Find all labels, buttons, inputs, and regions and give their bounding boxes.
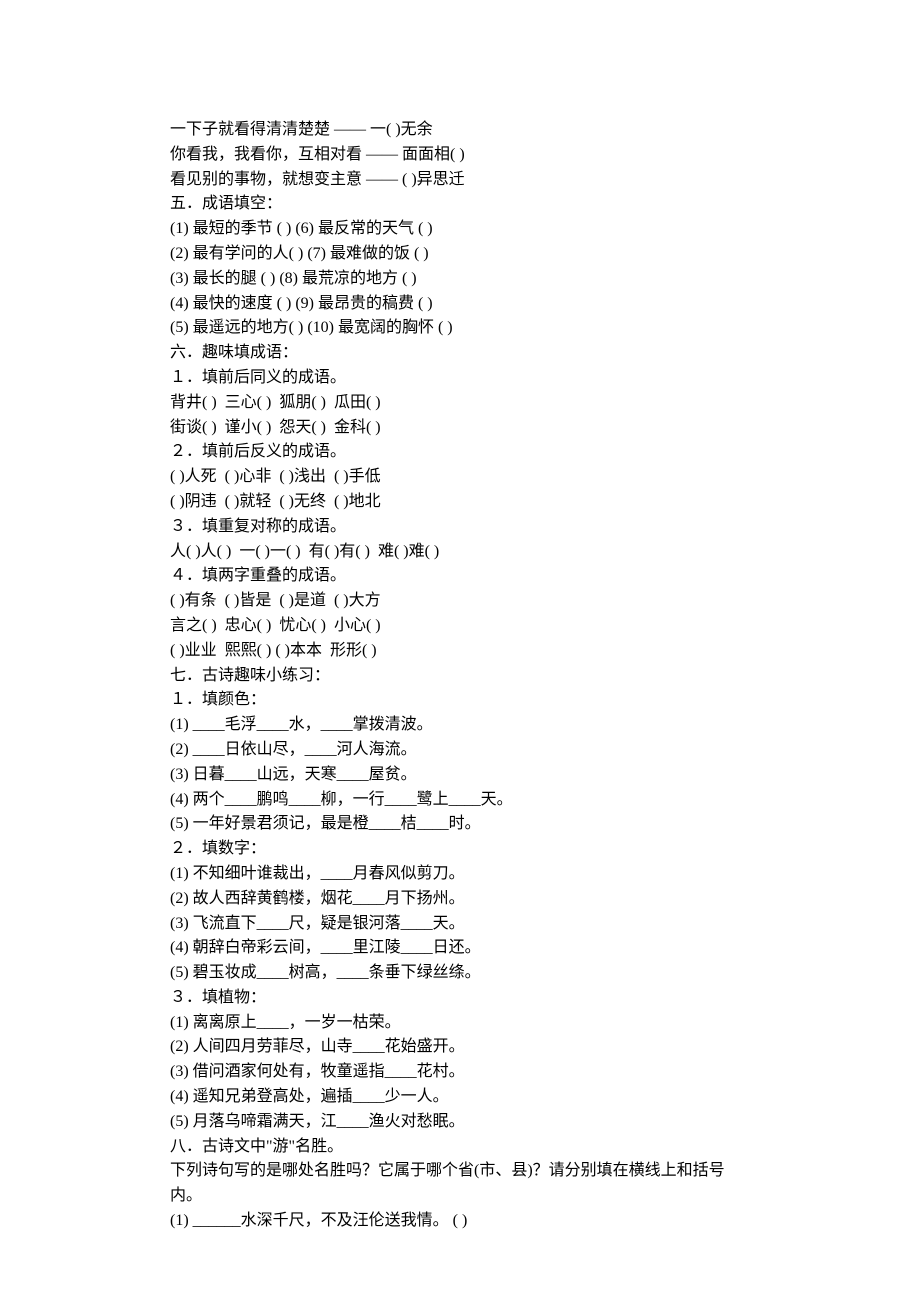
text-line: (1) 最短的季节 ( ) (6) 最反常的天气 ( ) <box>170 217 750 242</box>
text-line: ( )业业 熙熙( ) ( )本本 形形( ) <box>170 639 750 664</box>
section-heading: 八．古诗文中"游"名胜。 <box>170 1135 750 1160</box>
section-heading: 七．古诗趣味小练习： <box>170 664 750 689</box>
text-line: (3) 飞流直下____尺，疑是银河落____天。 <box>170 912 750 937</box>
text-line: 街谈( ) 谨小( ) 怨天( ) 金科( ) <box>170 416 750 441</box>
text-line: (4) 两个____鹏鸣____柳，一行____鹭上____天。 <box>170 788 750 813</box>
text-line: 一下子就看得清清楚楚 —— 一( )无余 <box>170 118 750 143</box>
text-line: 背井( ) 三心( ) 狐朋( ) 瓜田( ) <box>170 391 750 416</box>
text-line: (5) 月落乌啼霜满天，江____渔火对愁眠。 <box>170 1110 750 1135</box>
section-heading: 六．趣味填成语： <box>170 341 750 366</box>
section-heading: 五．成语填空： <box>170 192 750 217</box>
subheading: １．填颜色： <box>170 688 750 713</box>
text-line: ( )阴违 ( )就轻 ( )无终 ( )地北 <box>170 490 750 515</box>
subheading: ２．填数字： <box>170 837 750 862</box>
text-line: (2) 最有学问的人( ) (7) 最难做的饭 ( ) <box>170 242 750 267</box>
text-line: (3) 日暮____山远，天寒____屋贫。 <box>170 763 750 788</box>
text-line: (4) 遥知兄弟登高处，遍插____少一人。 <box>170 1085 750 1110</box>
text-line: (1) ______水深千尺，不及汪伦送我情。 ( ) <box>170 1209 750 1234</box>
subheading: ２．填前后反义的成语。 <box>170 440 750 465</box>
text-line: ( )人死 ( )心非 ( )浅出 ( )手低 <box>170 465 750 490</box>
text-line: (1) ____毛浮____水，____掌拨清波。 <box>170 713 750 738</box>
document-page: 一下子就看得清清楚楚 —— 一( )无余 你看我，我看你，互相对看 —— 面面相… <box>0 0 920 1302</box>
text-line: (2) 人间四月劳菲尽，山寺____花始盛开。 <box>170 1035 750 1060</box>
text-line: (1) 离离原上____，一岁一枯荣。 <box>170 1011 750 1036</box>
subheading: ４．填两字重叠的成语。 <box>170 564 750 589</box>
text-line: (3) 借问酒家何处有，牧童遥指____花村。 <box>170 1060 750 1085</box>
text-line: (4) 最快的速度 ( ) (9) 最昂贵的稿费 ( ) <box>170 292 750 317</box>
text-line: (5) 最遥远的地方( ) (10) 最宽阔的胸怀 ( ) <box>170 316 750 341</box>
text-line: (2) 故人西辞黄鹤楼，烟花____月下扬州。 <box>170 887 750 912</box>
subheading: １．填前后同义的成语。 <box>170 366 750 391</box>
text-line: (2) ____日依山尽，____河人海流。 <box>170 738 750 763</box>
text-line: (3) 最长的腿 ( ) (8) 最荒凉的地方 ( ) <box>170 267 750 292</box>
text-line: (4) 朝辞白帝彩云间，____里江陵____日还。 <box>170 936 750 961</box>
text-line: 下列诗句写的是哪处名胜吗？它属于哪个省(市、县)？请分别填在横线上和括号内。 <box>170 1159 750 1209</box>
subheading: ３．填重复对称的成语。 <box>170 515 750 540</box>
text-line: ( )有条 ( )皆是 ( )是道 ( )大方 <box>170 589 750 614</box>
text-line: 你看我，我看你，互相对看 —— 面面相( ) <box>170 143 750 168</box>
text-line: 看见别的事物，就想变主意 —— ( )异思迁 <box>170 168 750 193</box>
subheading: ３．填植物： <box>170 986 750 1011</box>
text-line: (5) 一年好景君须记，最是橙____桔____时。 <box>170 812 750 837</box>
text-line: (1) 不知细叶谁裁出，____月春风似剪刀。 <box>170 862 750 887</box>
text-line: 人( )人( ) 一( )一( ) 有( )有( ) 难( )难( ) <box>170 540 750 565</box>
text-line: 言之( ) 忠心( ) 忧心( ) 小心( ) <box>170 614 750 639</box>
text-line: (5) 碧玉妆成____树高，____条垂下绿丝绦。 <box>170 961 750 986</box>
